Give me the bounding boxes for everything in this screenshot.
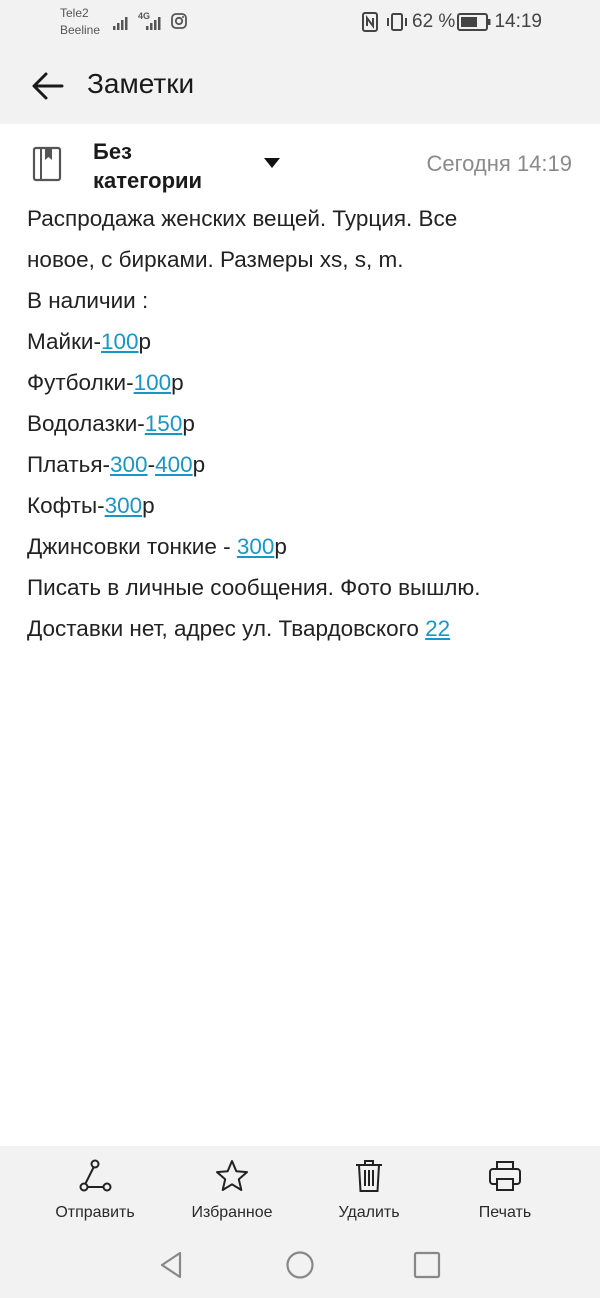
note-line: Писать в личные сообщения. Фото вышлю. bbox=[27, 567, 577, 608]
note-text: Джинсовки тонкие - bbox=[27, 534, 237, 559]
note-line: В наличии : bbox=[27, 280, 577, 321]
app-bar: Заметки bbox=[0, 48, 600, 124]
note-line: Кофты-300р bbox=[27, 485, 577, 526]
nav-recents-icon[interactable] bbox=[410, 1248, 444, 1282]
instagram-icon bbox=[171, 13, 187, 29]
note-text: Писать в личные сообщения. Фото вышлю. bbox=[27, 575, 481, 600]
trash-icon bbox=[356, 1160, 382, 1192]
favorite-button[interactable]: Избранное bbox=[162, 1158, 302, 1222]
delete-button[interactable]: Удалить bbox=[299, 1158, 439, 1222]
printer-icon bbox=[489, 1161, 521, 1191]
page-title: Заметки bbox=[87, 68, 195, 99]
nav-home-icon[interactable] bbox=[283, 1248, 317, 1282]
category-label-line2: категории bbox=[93, 168, 203, 193]
favorite-label: Избранное bbox=[191, 1204, 273, 1221]
phone-number-link[interactable]: 300 bbox=[110, 452, 148, 477]
star-icon bbox=[216, 1160, 248, 1191]
note-date: Сегодня 14:19 bbox=[426, 151, 572, 176]
note-text: Доставки нет, адрес ул. Твардовского bbox=[27, 616, 426, 641]
share-icon bbox=[79, 1159, 112, 1192]
note-body[interactable]: Распродажа женских вещей. Турция. Все нов… bbox=[27, 198, 577, 649]
system-nav-bar bbox=[0, 1234, 600, 1298]
phone-number-link[interactable]: 400 bbox=[155, 452, 193, 477]
clock: 14:19 bbox=[494, 11, 542, 32]
delete-label: Удалить bbox=[338, 1204, 400, 1221]
note-text: Кофты- bbox=[27, 493, 105, 518]
note-text: Водолазки- bbox=[27, 411, 145, 436]
note-line: Джинсовки тонкие - 300р bbox=[27, 526, 577, 567]
category-selector[interactable]: Без категории bbox=[93, 137, 253, 195]
note-line: Майки-100р bbox=[27, 321, 577, 362]
note-text: Платья- bbox=[27, 452, 111, 477]
note-header: Без категории Сегодня 14:19 bbox=[0, 124, 600, 204]
send-label: Отправить bbox=[55, 1204, 135, 1221]
phone-number-link[interactable]: 300 bbox=[237, 534, 275, 559]
bottom-toolbar: Отправить Избранное Удалить Печать bbox=[0, 1146, 600, 1234]
note-text: - bbox=[147, 452, 156, 477]
note-text: Майки- bbox=[27, 329, 101, 354]
note-text: р bbox=[274, 534, 287, 559]
phone-number-link[interactable]: 300 bbox=[105, 493, 143, 518]
note-text: В наличии : bbox=[27, 288, 149, 313]
note-text: р bbox=[142, 493, 155, 518]
phone-number-link[interactable]: 150 bbox=[145, 411, 183, 436]
note-line: Доставки нет, адрес ул. Твардовского 22 bbox=[27, 608, 577, 649]
carrier-names: Tele2 Beeline bbox=[60, 5, 100, 39]
carrier-1: Tele2 bbox=[60, 6, 89, 20]
note-line: Распродажа женских вещей. Турция. Все bbox=[27, 198, 577, 239]
note-line: Платья-300-400р bbox=[27, 444, 577, 485]
phone-number-link[interactable]: 22 bbox=[425, 616, 450, 641]
carrier-2: Beeline bbox=[60, 23, 101, 37]
note-text: р bbox=[182, 411, 195, 436]
phone-number-link[interactable]: 100 bbox=[101, 329, 139, 354]
note-line: Футболки-100р bbox=[27, 362, 577, 403]
note-text: р bbox=[138, 329, 152, 354]
print-label: Печать bbox=[478, 1204, 532, 1221]
print-button[interactable]: Печать bbox=[435, 1158, 575, 1222]
signal-icon bbox=[113, 17, 128, 30]
note-text: р bbox=[171, 370, 184, 395]
nfc-icon bbox=[362, 12, 378, 32]
vibrate-icon bbox=[387, 13, 407, 31]
battery-percent: 62 % bbox=[412, 11, 456, 32]
status-bar: Tele2 Beeline 4G 62 % 14:19 bbox=[0, 0, 600, 48]
note-text: р bbox=[192, 452, 206, 477]
note-line: новое, с бирками. Размеры xs, s, m. bbox=[27, 239, 577, 280]
note-text: Футболки- bbox=[27, 370, 134, 395]
dropdown-caret-icon[interactable] bbox=[264, 158, 280, 168]
phone-number-link[interactable]: 100 bbox=[134, 370, 172, 395]
back-arrow-icon[interactable] bbox=[28, 66, 68, 106]
notebook-icon bbox=[32, 146, 62, 182]
send-button[interactable]: Отправить bbox=[25, 1158, 165, 1222]
signal-icon-2 bbox=[146, 17, 161, 30]
note-text: Распродажа женских вещей. Турция. Все bbox=[27, 206, 458, 231]
note-line: Водолазки-150р bbox=[27, 403, 577, 444]
note-text: новое, с бирками. Размеры xs, s, m. bbox=[27, 247, 404, 272]
battery-icon bbox=[457, 13, 491, 31]
nav-back-icon[interactable] bbox=[154, 1248, 188, 1282]
category-label-line1: Без bbox=[93, 139, 132, 164]
